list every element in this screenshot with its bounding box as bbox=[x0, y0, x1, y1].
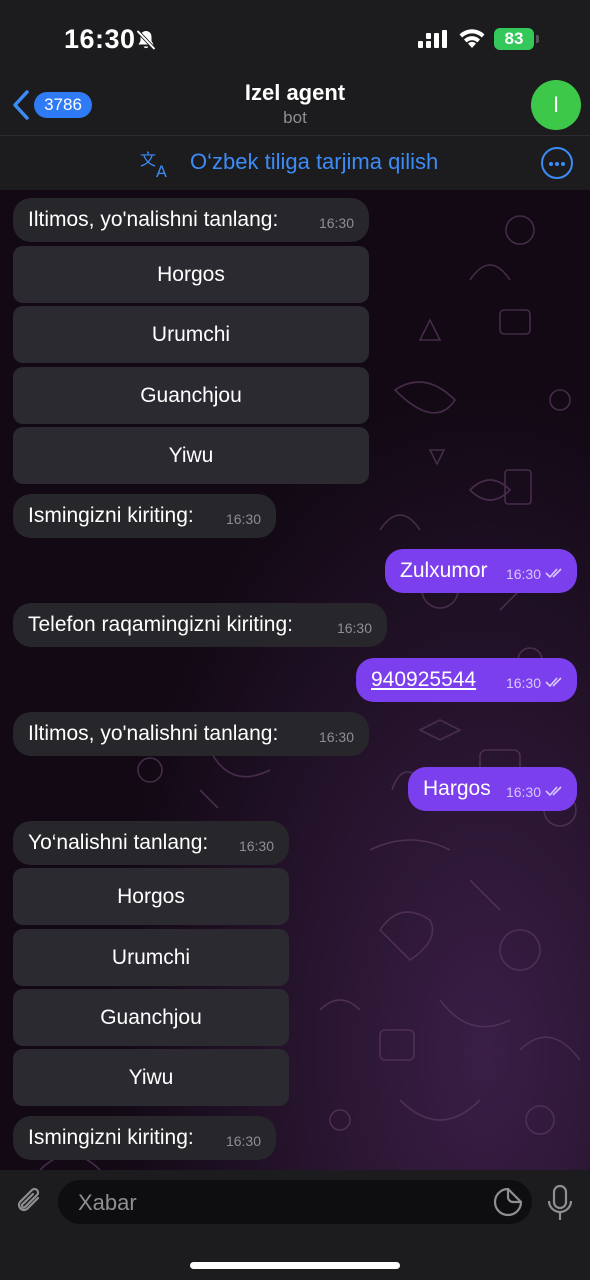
inline-keyboard-button[interactable]: Urumchi bbox=[13, 929, 289, 986]
inline-keyboard-button[interactable]: Urumchi bbox=[13, 306, 369, 363]
inline-keyboard-button[interactable]: Guanchjou bbox=[13, 989, 289, 1046]
message-bubble-incoming[interactable]: Ismingizni kiriting: 16:30 bbox=[13, 494, 276, 538]
message-text: Hargos bbox=[423, 777, 491, 800]
message-time: 16:30 bbox=[505, 566, 541, 582]
battery-indicator: 83 bbox=[494, 28, 534, 50]
message-bubble-incoming[interactable]: Iltimos, yo'nalishni tanlang: 16:30 bbox=[13, 712, 369, 756]
status-bar: 16:30 83 bbox=[0, 0, 590, 80]
read-checkmarks-icon bbox=[545, 677, 562, 688]
message-time: 16:30 bbox=[318, 729, 354, 745]
message-bubble-incoming[interactable]: Ismingizni kiriting: 16:30 bbox=[13, 1116, 276, 1160]
message-text: Iltimos, yo'nalishni tanlang: bbox=[28, 208, 279, 231]
message-bubble-outgoing[interactable]: Zulxumor 16:30 bbox=[385, 549, 577, 593]
avatar[interactable]: I bbox=[531, 80, 581, 130]
chat-area[interactable]: Iltimos, yo'nalishni tanlang: 16:30 Horg… bbox=[0, 190, 590, 1170]
message-text: Ismingizni kiriting: bbox=[28, 1126, 194, 1149]
inline-keyboard-button[interactable]: Yiwu bbox=[13, 1049, 289, 1106]
message-text: Zulxumor bbox=[400, 559, 488, 582]
message-time: 16:30 bbox=[225, 1133, 261, 1149]
phone-number-link[interactable]: 940925544 bbox=[371, 668, 476, 692]
message-text: Telefon raqamingizni kiriting: bbox=[28, 613, 293, 636]
home-indicator bbox=[190, 1262, 400, 1269]
svg-text:文: 文 bbox=[140, 150, 156, 169]
cellular-signal-icon bbox=[418, 30, 447, 48]
inline-keyboard-button[interactable]: Guanchjou bbox=[13, 367, 369, 424]
message-bubble-outgoing[interactable]: Hargos 16:30 bbox=[408, 767, 577, 811]
translate-icon[interactable]: 文 A bbox=[138, 146, 174, 180]
message-text: Yo‘nalishni tanlang: bbox=[28, 831, 209, 854]
message-time: 16:30 bbox=[225, 511, 261, 527]
chat-title[interactable]: Izel agent bbox=[0, 80, 590, 106]
message-time: 16:30 bbox=[318, 215, 354, 231]
message-input[interactable] bbox=[76, 1180, 480, 1226]
sticker-icon[interactable] bbox=[492, 1186, 524, 1218]
read-checkmarks-icon bbox=[545, 786, 562, 797]
message-text: Iltimos, yo'nalishni tanlang: bbox=[28, 722, 279, 745]
message-input-container[interactable] bbox=[58, 1180, 532, 1226]
inline-keyboard-button[interactable]: Horgos bbox=[13, 868, 289, 925]
chat-header: 3786 Izel agent bot I bbox=[0, 80, 590, 136]
inline-keyboard-button[interactable]: Yiwu bbox=[13, 427, 369, 484]
message-time: 16:30 bbox=[505, 784, 541, 800]
paperclip-icon[interactable] bbox=[14, 1184, 46, 1218]
chat-subtitle: bot bbox=[283, 108, 307, 127]
svg-text:A: A bbox=[156, 162, 167, 180]
microphone-icon[interactable] bbox=[546, 1184, 574, 1222]
message-input-bar bbox=[0, 1170, 590, 1280]
more-options-button[interactable] bbox=[541, 147, 573, 179]
message-text: Ismingizni kiriting: bbox=[28, 504, 194, 527]
message-time: 16:30 bbox=[336, 620, 372, 636]
status-time: 16:30 bbox=[64, 24, 136, 54]
wifi-icon bbox=[459, 29, 485, 48]
bell-muted-icon bbox=[136, 29, 156, 51]
battery-cap bbox=[536, 35, 539, 43]
message-time: 16:30 bbox=[505, 675, 541, 691]
message-bubble-outgoing[interactable]: 940925544 16:30 bbox=[356, 658, 577, 702]
message-bubble-incoming[interactable]: Telefon raqamingizni kiriting: 16:30 bbox=[13, 603, 387, 647]
read-checkmarks-icon bbox=[545, 568, 562, 579]
message-time: 16:30 bbox=[238, 838, 274, 854]
translate-bar: 文 A O‘zbek tiliga tarjima qilish bbox=[0, 136, 590, 190]
message-bubble-incoming[interactable]: Iltimos, yo'nalishni tanlang: 16:30 bbox=[13, 198, 369, 242]
translate-link[interactable]: O‘zbek tiliga tarjima qilish bbox=[190, 149, 438, 175]
inline-keyboard-button[interactable]: Horgos bbox=[13, 246, 369, 303]
message-bubble-incoming[interactable]: Yo‘nalishni tanlang: 16:30 bbox=[13, 821, 289, 865]
